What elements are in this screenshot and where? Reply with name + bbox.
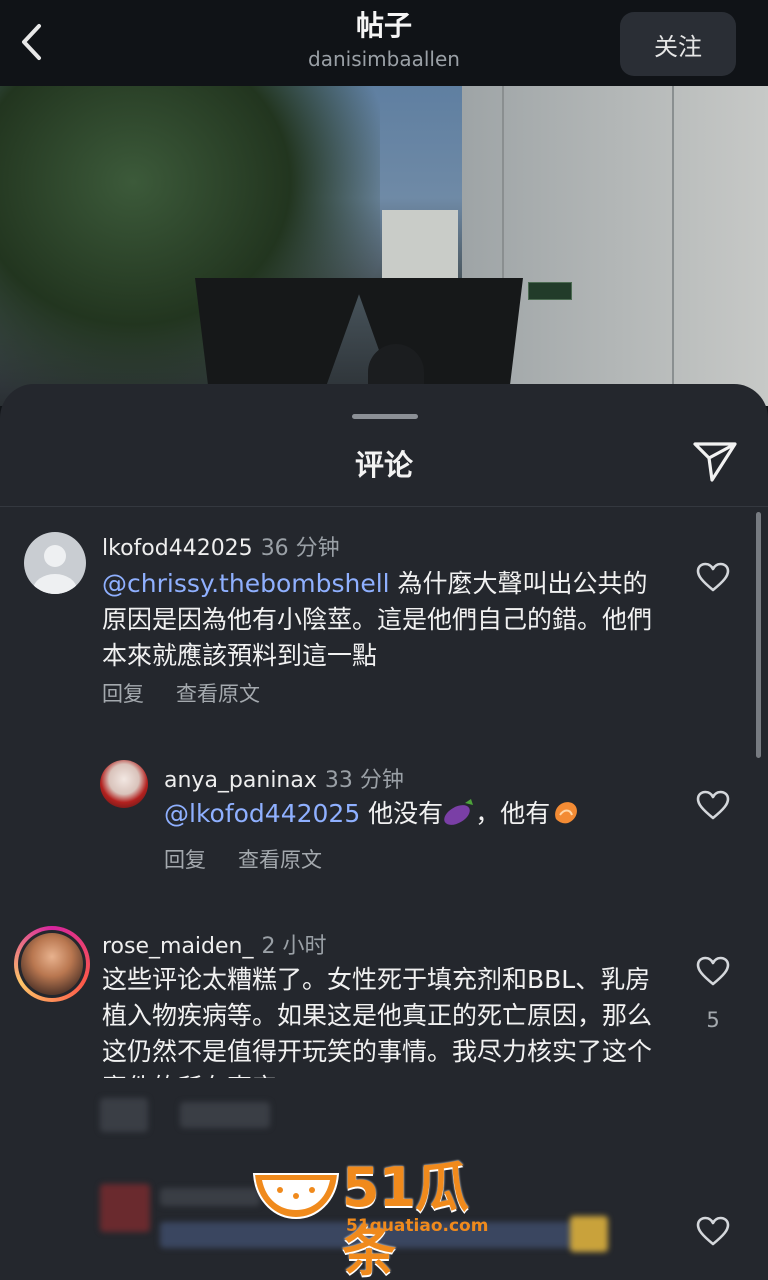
comment-text: @chrissy.thebombshell 為什麼大聲叫出公共的原因是因為他有小…: [102, 566, 662, 674]
comment-item: rose_maiden_ 2 小时 这些评论太糟糕了。女性死于填充剂和BBL、乳房…: [0, 922, 768, 1078]
comments-sheet: 评论 lkofod442025 36 分钟 @chrissy.thebombshe…: [0, 384, 768, 1280]
comment-actions: 回复 查看原文: [102, 678, 292, 708]
heart-icon[interactable]: [696, 790, 730, 820]
obscured-content: [100, 1184, 150, 1232]
post-author-username[interactable]: danisimbaallen: [184, 44, 584, 74]
header-titles: 帖子 danisimbaallen: [184, 8, 584, 74]
see-original-button[interactable]: 查看原文: [238, 848, 322, 872]
mention-link[interactable]: @lkofod442025: [164, 799, 360, 828]
username-text[interactable]: lkofod442025: [102, 536, 253, 561]
story-ring-avatar[interactable]: [14, 926, 90, 1002]
comment-text: 这些评论太糟糕了。女性死于填充剂和BBL、乳房植入物疾病等。如果这是他真正的死亡…: [102, 965, 653, 1078]
eggplant-emoji-icon: [443, 797, 475, 827]
reply-actions: 回复 查看原文: [164, 844, 354, 874]
background-tower: [382, 210, 458, 280]
shrimp-emoji-icon: [550, 797, 582, 827]
comment-username[interactable]: lkofod442025 36 分钟: [102, 530, 340, 562]
reply-username[interactable]: anya_paninax 33 分钟: [164, 762, 404, 794]
reply-body-a: 他没有: [360, 799, 444, 828]
page-title: 帖子: [355, 9, 412, 42]
avatar: [18, 930, 86, 998]
drag-handle[interactable]: [352, 414, 418, 419]
heart-icon[interactable]: [696, 1216, 730, 1246]
comment-time: 36 分钟: [260, 536, 340, 561]
reply-body-b: ，他有: [475, 799, 551, 828]
reply-time: 33 分钟: [324, 768, 404, 793]
share-send-icon[interactable]: [690, 436, 740, 486]
heart-icon[interactable]: [696, 956, 730, 986]
reply-text: @lkofod442025 他没有 ，他有: [164, 796, 664, 832]
username-text[interactable]: anya_paninax: [164, 768, 317, 793]
see-original-button[interactable]: 查看原文: [176, 682, 260, 706]
like-count: 5: [706, 1008, 720, 1032]
reply-item: anya_paninax 33 分钟 @lkofod442025 他没有 ，他有 回…: [0, 756, 768, 886]
back-icon[interactable]: [14, 22, 50, 62]
obscured-content: [160, 1188, 260, 1206]
comment-username[interactable]: rose_maiden_ 2 小时: [102, 928, 327, 960]
obscured-content: [180, 1102, 270, 1128]
follow-button[interactable]: 关注: [620, 12, 736, 76]
comments-title: 评论: [354, 448, 413, 482]
reply-button[interactable]: 回复: [102, 682, 144, 706]
comment-time: 2 小时: [261, 934, 327, 959]
obscured-content: [100, 1098, 148, 1132]
avatar[interactable]: [100, 760, 148, 808]
watermark: 51瓜条 51guatiao.com: [250, 1156, 520, 1280]
exit-sign: [528, 282, 572, 300]
username-text[interactable]: rose_maiden_: [102, 934, 254, 959]
watermelon-logo-icon: [250, 1162, 342, 1222]
heart-icon[interactable]: [696, 562, 730, 592]
obscured-content: [570, 1216, 608, 1252]
sheet-divider: [0, 506, 768, 507]
post-photo[interactable]: [0, 86, 768, 406]
reply-button[interactable]: 回复: [164, 848, 206, 872]
watermark-url: 51guatiao.com: [346, 1216, 489, 1236]
comment-item: lkofod442025 36 分钟 @chrissy.thebombshell …: [0, 524, 768, 706]
default-avatar-icon[interactable]: [24, 532, 86, 594]
top-bar: 帖子 danisimbaallen 关注: [0, 0, 768, 86]
mention-link[interactable]: @chrissy.thebombshell: [102, 569, 390, 598]
